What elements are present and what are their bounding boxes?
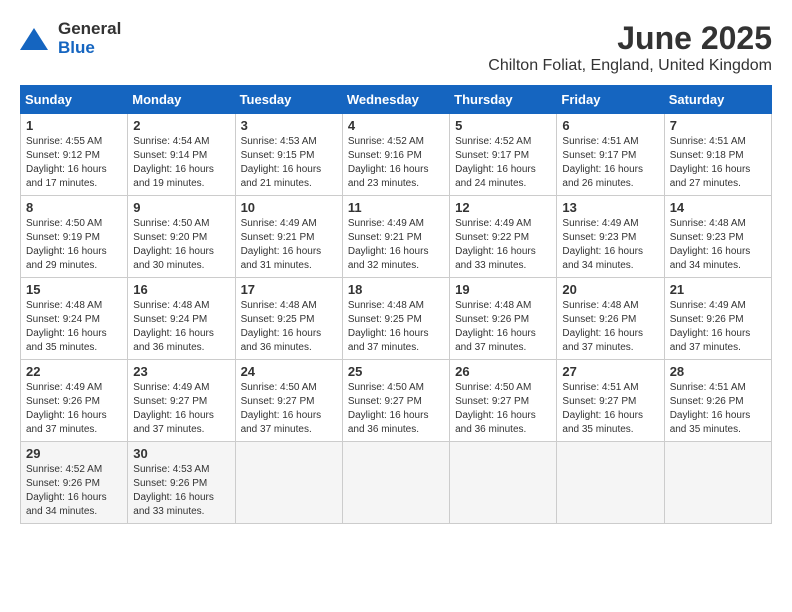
calendar-cell: 18Sunrise: 4:48 AMSunset: 9:25 PMDayligh… (342, 278, 449, 360)
calendar-cell: 8Sunrise: 4:50 AMSunset: 9:19 PMDaylight… (21, 196, 128, 278)
logo-general-text: General (58, 20, 121, 39)
month-year-title: June 2025 (488, 20, 772, 57)
calendar-cell (235, 442, 342, 524)
header-sunday: Sunday (21, 86, 128, 114)
calendar-cell (664, 442, 771, 524)
calendar-cell: 27Sunrise: 4:51 AMSunset: 9:27 PMDayligh… (557, 360, 664, 442)
calendar-cell: 15Sunrise: 4:48 AMSunset: 9:24 PMDayligh… (21, 278, 128, 360)
calendar-cell: 7Sunrise: 4:51 AMSunset: 9:18 PMDaylight… (664, 114, 771, 196)
header-tuesday: Tuesday (235, 86, 342, 114)
calendar-cell: 6Sunrise: 4:51 AMSunset: 9:17 PMDaylight… (557, 114, 664, 196)
calendar-cell: 22Sunrise: 4:49 AMSunset: 9:26 PMDayligh… (21, 360, 128, 442)
logo-blue-text: Blue (58, 39, 121, 58)
calendar-cell: 19Sunrise: 4:48 AMSunset: 9:26 PMDayligh… (450, 278, 557, 360)
calendar-cell: 20Sunrise: 4:48 AMSunset: 9:26 PMDayligh… (557, 278, 664, 360)
calendar-cell: 3Sunrise: 4:53 AMSunset: 9:15 PMDaylight… (235, 114, 342, 196)
page-header: General Blue June 2025 Chilton Foliat, E… (20, 20, 772, 75)
calendar-cell: 21Sunrise: 4:49 AMSunset: 9:26 PMDayligh… (664, 278, 771, 360)
calendar-cell: 14Sunrise: 4:48 AMSunset: 9:23 PMDayligh… (664, 196, 771, 278)
calendar-cell: 26Sunrise: 4:50 AMSunset: 9:27 PMDayligh… (450, 360, 557, 442)
calendar-cell: 16Sunrise: 4:48 AMSunset: 9:24 PMDayligh… (128, 278, 235, 360)
calendar-cell: 5Sunrise: 4:52 AMSunset: 9:17 PMDaylight… (450, 114, 557, 196)
calendar-cell (557, 442, 664, 524)
header-monday: Monday (128, 86, 235, 114)
calendar-cell (450, 442, 557, 524)
calendar-cell: 28Sunrise: 4:51 AMSunset: 9:26 PMDayligh… (664, 360, 771, 442)
calendar-header-row: Sunday Monday Tuesday Wednesday Thursday… (21, 86, 772, 114)
calendar-cell: 2Sunrise: 4:54 AMSunset: 9:14 PMDaylight… (128, 114, 235, 196)
calendar-cell: 13Sunrise: 4:49 AMSunset: 9:23 PMDayligh… (557, 196, 664, 278)
calendar-cell: 29Sunrise: 4:52 AMSunset: 9:26 PMDayligh… (21, 442, 128, 524)
calendar-cell: 30Sunrise: 4:53 AMSunset: 9:26 PMDayligh… (128, 442, 235, 524)
calendar-cell: 11Sunrise: 4:49 AMSunset: 9:21 PMDayligh… (342, 196, 449, 278)
calendar-cell: 25Sunrise: 4:50 AMSunset: 9:27 PMDayligh… (342, 360, 449, 442)
header-thursday: Thursday (450, 86, 557, 114)
calendar-cell: 23Sunrise: 4:49 AMSunset: 9:27 PMDayligh… (128, 360, 235, 442)
calendar-cell: 24Sunrise: 4:50 AMSunset: 9:27 PMDayligh… (235, 360, 342, 442)
calendar-table: Sunday Monday Tuesday Wednesday Thursday… (20, 85, 772, 524)
calendar-cell: 1Sunrise: 4:55 AMSunset: 9:12 PMDaylight… (21, 114, 128, 196)
logo: General Blue (20, 20, 121, 57)
header-wednesday: Wednesday (342, 86, 449, 114)
location-subtitle: Chilton Foliat, England, United Kingdom (488, 57, 772, 75)
title-area: June 2025 Chilton Foliat, England, Unite… (488, 20, 772, 75)
header-friday: Friday (557, 86, 664, 114)
calendar-cell: 4Sunrise: 4:52 AMSunset: 9:16 PMDaylight… (342, 114, 449, 196)
calendar-cell: 12Sunrise: 4:49 AMSunset: 9:22 PMDayligh… (450, 196, 557, 278)
calendar-cell: 9Sunrise: 4:50 AMSunset: 9:20 PMDaylight… (128, 196, 235, 278)
header-saturday: Saturday (664, 86, 771, 114)
calendar-cell: 10Sunrise: 4:49 AMSunset: 9:21 PMDayligh… (235, 196, 342, 278)
calendar-cell (342, 442, 449, 524)
calendar-cell: 17Sunrise: 4:48 AMSunset: 9:25 PMDayligh… (235, 278, 342, 360)
